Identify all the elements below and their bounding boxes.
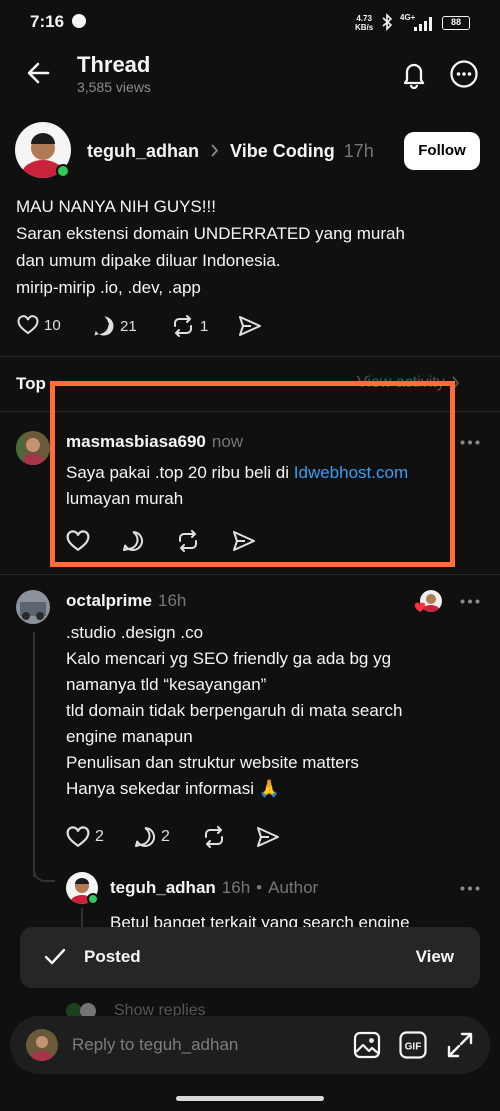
expand-icon[interactable]	[446, 1031, 474, 1059]
reply-username[interactable]: teguh_adhan	[110, 878, 216, 898]
highlight-box	[50, 381, 455, 567]
status-time: 7:16	[30, 12, 65, 31]
comment-time: 16h	[157, 591, 187, 610]
comment-username[interactable]: octalprime	[66, 591, 152, 611]
signal-icon	[413, 17, 433, 31]
comment-like-button[interactable]: 2	[66, 826, 104, 848]
reply-count: 21	[120, 317, 137, 335]
comment-body: .studio .design .co Kalo mencari yg SEO …	[66, 623, 403, 798]
commenter-avatar[interactable]	[16, 590, 50, 624]
page-title: Thread	[77, 52, 151, 77]
post-repost-button[interactable]: 1	[171, 315, 208, 337]
bluetooth-icon	[380, 13, 394, 31]
reply-input[interactable]: Reply to teguh_adhan	[72, 1035, 238, 1055]
comment-share-button[interactable]	[256, 826, 280, 848]
online-status-icon	[87, 893, 99, 905]
comment-more-icon[interactable]	[460, 440, 480, 445]
reply-bar[interactable]: Reply to teguh_adhan GIF	[10, 1016, 490, 1074]
image-icon[interactable]	[353, 1031, 381, 1059]
like-count: 2	[95, 828, 104, 845]
home-indicator	[176, 1096, 324, 1101]
sort-label[interactable]: Top	[16, 374, 46, 394]
commenter-avatar[interactable]	[16, 431, 50, 465]
post-header: teguh_adhan Vibe Coding 17h	[87, 141, 374, 162]
heart-icon	[17, 315, 39, 335]
repost-icon	[202, 826, 226, 848]
send-icon	[238, 315, 262, 337]
notification-dot-icon	[72, 14, 86, 28]
author-badge: Author	[268, 878, 319, 897]
svg-text:GIF: GIF	[405, 1042, 422, 1053]
battery-icon: 88	[442, 16, 470, 30]
comment-more-icon[interactable]	[460, 599, 480, 604]
heart-icon	[66, 826, 90, 848]
reply-count: 2	[161, 828, 170, 845]
reply-time: 16h	[221, 878, 251, 897]
posted-toast: Posted View	[20, 927, 480, 988]
more-options-icon[interactable]	[449, 59, 479, 89]
heart-icon	[414, 602, 426, 613]
send-icon	[256, 826, 280, 848]
post-like-button[interactable]: 10	[17, 315, 61, 335]
comment-reply-button[interactable]: 2	[134, 826, 170, 848]
view-count: 3,585 views	[77, 79, 151, 95]
reply-header: teguh_adhan 16h • Author	[110, 878, 318, 898]
my-avatar	[26, 1029, 58, 1061]
status-bar: 7:16 4.73 KB/s 4G+ 88	[0, 0, 500, 46]
post-reply-button[interactable]: 21	[93, 315, 137, 337]
follow-button[interactable]: Follow	[404, 132, 480, 170]
toast-view-button[interactable]: View	[416, 947, 454, 967]
reply-check-icon	[93, 315, 115, 337]
post-author[interactable]: teguh_adhan	[87, 141, 199, 161]
bullet: •	[256, 878, 263, 897]
repost-count: 1	[200, 317, 209, 335]
like-count: 10	[44, 316, 61, 334]
post-community[interactable]: Vibe Coding	[230, 141, 335, 161]
thread-line	[33, 632, 35, 877]
reply-more-icon[interactable]	[460, 886, 480, 891]
bell-icon[interactable]	[399, 59, 429, 89]
post-share-button[interactable]	[238, 315, 262, 337]
chevron-right-icon	[210, 141, 219, 162]
thread-connector	[33, 860, 55, 882]
checkmark-icon	[44, 947, 66, 967]
comment-repost-button[interactable]	[202, 826, 226, 848]
gif-icon[interactable]: GIF	[399, 1031, 427, 1059]
online-status-icon	[56, 164, 70, 178]
post-body: MAU NANYA NIH GUYS!!! Saran ekstensi dom…	[16, 197, 405, 297]
repost-icon	[171, 315, 195, 337]
network-speed: 4.73 KB/s	[355, 14, 374, 32]
post-time: 17h	[343, 141, 374, 161]
back-arrow-icon[interactable]	[26, 60, 52, 86]
toast-message: Posted	[84, 947, 141, 966]
comment-header: octalprime 16h	[66, 591, 186, 611]
divider	[0, 356, 500, 357]
divider	[0, 574, 500, 575]
comment-reply-icon	[134, 826, 156, 848]
